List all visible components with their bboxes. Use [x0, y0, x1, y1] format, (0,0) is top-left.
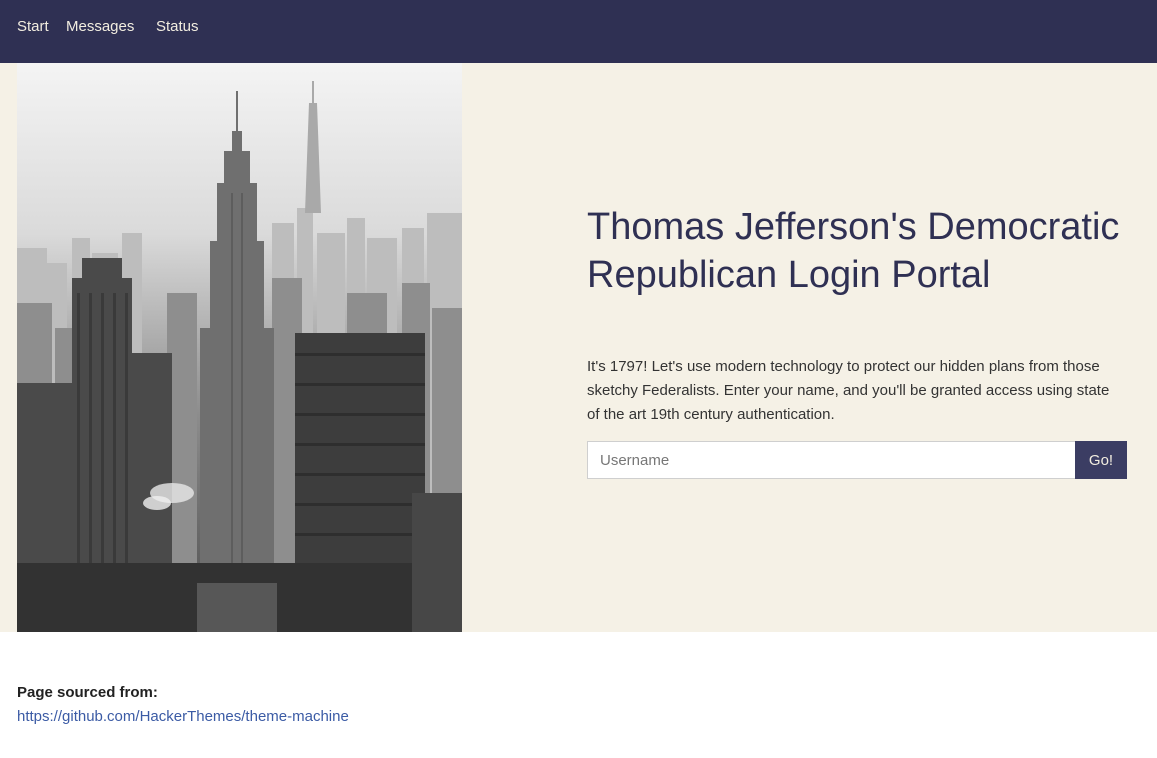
skyline-illustration	[17, 81, 462, 632]
username-input[interactable]	[587, 441, 1075, 479]
nav-messages-link[interactable]: Messages	[66, 18, 134, 36]
hero-description: It's 1797! Let's use modern technology t…	[587, 358, 1110, 423]
hero-section: Thomas Jefferson's Democratic Republican…	[0, 63, 1157, 632]
go-button[interactable]: Go!	[1075, 441, 1127, 479]
city-skyline-photo	[17, 63, 462, 632]
nav-status-link[interactable]: Status	[156, 18, 199, 36]
source-label: Page sourced from:	[17, 684, 158, 701]
nav-start-link[interactable]: Start	[17, 18, 49, 36]
source-link[interactable]: https://github.com/HackerThemes/theme-ma…	[17, 708, 349, 726]
top-navbar: Start Messages Status	[0, 0, 1157, 63]
login-form: Go!	[587, 441, 1127, 479]
page-title: Thomas Jefferson's Democratic Republican…	[587, 206, 1120, 296]
